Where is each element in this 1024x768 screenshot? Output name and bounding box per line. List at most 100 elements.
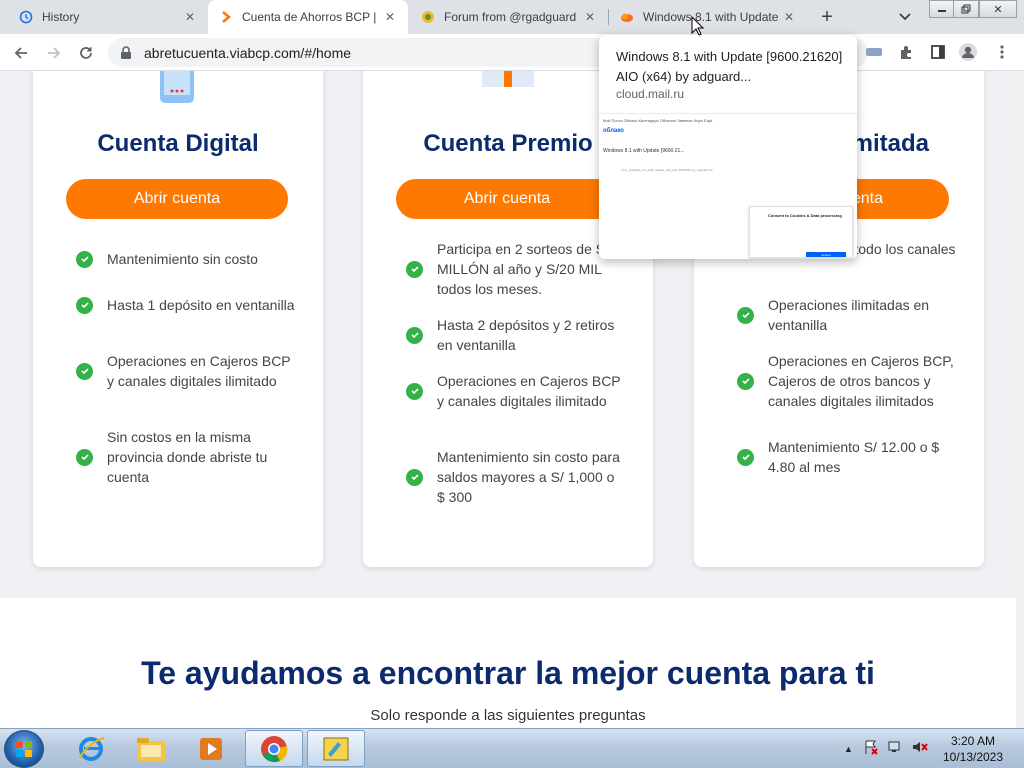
check-icon xyxy=(737,306,754,324)
menu-dots-icon[interactable] xyxy=(992,42,1012,62)
volume-muted-icon[interactable] xyxy=(911,739,929,760)
lock-icon xyxy=(120,45,132,60)
card-title: Cuenta Digital xyxy=(97,130,259,157)
clock-date: 10/13/2023 xyxy=(942,750,1004,764)
windows-taskbar: ▲ 3:20 AM 10/13/2023 xyxy=(0,728,1024,768)
restore-icon[interactable] xyxy=(953,0,979,18)
feature-item: Hasta 1 depósito en ventanilla xyxy=(76,295,296,315)
check-icon xyxy=(76,362,93,380)
close-icon[interactable]: ✕ xyxy=(582,9,598,25)
check-icon xyxy=(406,260,423,278)
media-player-icon[interactable] xyxy=(182,730,240,767)
check-icon xyxy=(76,250,93,268)
check-icon xyxy=(76,448,93,466)
system-tray: ▲ xyxy=(844,729,929,768)
close-icon[interactable]: ✕ xyxy=(182,9,198,25)
feature-text: Operaciones ilimitadas en ventanilla xyxy=(768,297,930,333)
feature-text: Operaciones en Cajeros BCP y canales dig… xyxy=(107,353,291,389)
close-icon[interactable]: ✕ xyxy=(382,9,398,25)
check-icon xyxy=(406,326,423,344)
feature-item: Mantenimiento S/ 12.00 o $ 4.80 al mes xyxy=(737,437,957,477)
taskbar-clock[interactable]: 3:20 AM 10/13/2023 xyxy=(935,733,1011,765)
help-heading: Te ayudamos a encontrar la mejor cuenta … xyxy=(141,655,875,691)
clock-time: 3:20 AM xyxy=(950,734,996,748)
thumbnail-file-title: Windows 8.1 with Update [9600.21... xyxy=(603,148,685,154)
chrome-icon[interactable] xyxy=(245,730,303,767)
tab-title: Forum from @rgadguard xyxy=(444,10,577,24)
hover-card-title: Windows 8.1 with Update [9600.21620] AIO… xyxy=(616,49,843,84)
tab-title: Cuenta de Ahorros BCP | xyxy=(242,10,377,24)
tab-hover-card: Windows 8.1 with Update [9600.21620] AIO… xyxy=(599,35,857,259)
web-page: Cuenta Digital Abrir cuenta Mantenimient… xyxy=(0,71,1024,728)
extension-icon[interactable] xyxy=(864,42,884,62)
notepad-app-icon[interactable] xyxy=(307,730,365,767)
feature-text: Mantenimiento sin costo xyxy=(107,251,258,267)
tab-search-chevron-icon[interactable] xyxy=(895,7,915,27)
network-icon[interactable] xyxy=(887,739,903,760)
check-icon xyxy=(737,448,754,466)
feature-item: Operaciones en Cajeros BCP y canales dig… xyxy=(406,371,626,411)
tab-title: Windows 8.1 with Update xyxy=(643,10,779,24)
browser-tab-strip: History ✕ Cuenta de Ahorros BCP | ✕ Foru… xyxy=(0,0,1024,34)
file-explorer-icon[interactable] xyxy=(122,730,180,767)
thumbnail-consent-title: Consent to Cookies & Data processing xyxy=(768,213,842,218)
feature-item: Operaciones en Cajeros BCP, Cajeros de o… xyxy=(737,351,957,411)
hover-card-thumbnail: Mail Почта Облако Календарь Облачно Заме… xyxy=(599,113,857,259)
feature-text: Sin costos en la misma provincia donde a… xyxy=(107,429,268,485)
new-tab-button[interactable]: + xyxy=(815,5,839,29)
feature-text: Mantenimiento sin costo para saldos mayo… xyxy=(437,449,620,505)
page-scrollbar[interactable] xyxy=(1016,71,1024,728)
minimize-icon[interactable] xyxy=(929,0,955,18)
hover-card-domain: cloud.mail.ru xyxy=(616,87,685,101)
tab-windows-81[interactable]: Windows 8.1 with Update ✕ xyxy=(609,0,807,34)
feature-item: Operaciones ilimitadas en ventanilla xyxy=(737,295,957,335)
close-icon[interactable]: ✕ xyxy=(781,9,797,25)
feature-text: Hasta 1 depósito en ventanilla xyxy=(107,297,295,313)
cloud-mail-icon xyxy=(619,9,635,25)
feature-text: Operaciones en Cajeros BCP, Cajeros de o… xyxy=(768,353,954,409)
feature-text: Operaciones en Cajeros BCP y canales dig… xyxy=(437,373,621,409)
reload-icon[interactable] xyxy=(73,40,99,66)
thumbnail-logo: облако xyxy=(603,128,624,134)
help-subtitle: Solo responde a las siguientes preguntas xyxy=(370,707,646,724)
feature-item: Mantenimiento sin costo xyxy=(76,249,296,269)
internet-explorer-icon[interactable] xyxy=(62,730,120,767)
profile-avatar-icon[interactable] xyxy=(958,42,978,62)
feature-item: Hasta 2 depósitos y 2 retiros en ventani… xyxy=(406,315,626,355)
card-cuenta-digital: Cuenta Digital Abrir cuenta Mantenimient… xyxy=(33,71,323,567)
windows-start-icon[interactable] xyxy=(4,730,44,768)
thumbnail-accept-button: Accept xyxy=(806,252,846,257)
history-icon xyxy=(18,9,34,25)
tab-history[interactable]: History ✕ xyxy=(8,0,208,34)
feature-item: Sin costos en la misma provincia donde a… xyxy=(76,427,296,487)
browser-toolbar: abretucuenta.viabcp.com/#/home xyxy=(0,34,1024,71)
check-icon xyxy=(737,372,754,390)
abrir-cuenta-button[interactable]: Abrir cuenta xyxy=(66,179,288,219)
bcp-chevron-icon xyxy=(218,9,234,25)
phone-illustration-icon xyxy=(33,71,323,111)
abrir-cuenta-button[interactable]: Abrir cuenta xyxy=(396,179,618,219)
url-text: abretucuenta.viabcp.com/#/home xyxy=(144,44,352,61)
thumbnail-nav: Mail Почта Облако Календарь Облачно Заме… xyxy=(603,118,713,123)
feature-text: Mantenimiento S/ 12.00 o $ 4.80 al mes xyxy=(768,439,940,475)
close-window-icon[interactable]: ✕ xyxy=(979,0,1017,18)
tab-forum[interactable]: Forum from @rgadguard ✕ xyxy=(410,0,608,34)
puzzle-extensions-icon[interactable] xyxy=(896,42,916,62)
tab-cuenta-ahorros[interactable]: Cuenta de Ahorros BCP | ✕ xyxy=(208,0,408,34)
back-arrow-icon[interactable] xyxy=(8,40,34,66)
thumbnail-file-row: ru-ru_windows_8.1_with_update_x64_dvd_60… xyxy=(621,168,713,172)
thumbnail-consent-dialog: Consent to Cookies & Data processing Acc… xyxy=(749,206,853,258)
mouse-cursor-icon xyxy=(691,16,705,36)
feature-text: Participa en 2 sorteos de S/1 MILLÓN al … xyxy=(437,241,617,297)
check-icon xyxy=(406,468,423,486)
forum-favicon-icon xyxy=(420,9,436,25)
tab-title: History xyxy=(42,10,80,24)
show-hidden-icons-button[interactable]: ▲ xyxy=(844,744,853,754)
forward-arrow-icon[interactable] xyxy=(41,40,67,66)
check-icon xyxy=(406,382,423,400)
feature-text: Hasta 2 depósitos y 2 retiros en ventani… xyxy=(437,317,615,353)
side-panel-icon[interactable] xyxy=(928,42,948,62)
action-center-flag-icon[interactable] xyxy=(863,739,879,760)
check-icon xyxy=(76,296,93,314)
feature-item: Mantenimiento sin costo para saldos mayo… xyxy=(406,447,626,507)
